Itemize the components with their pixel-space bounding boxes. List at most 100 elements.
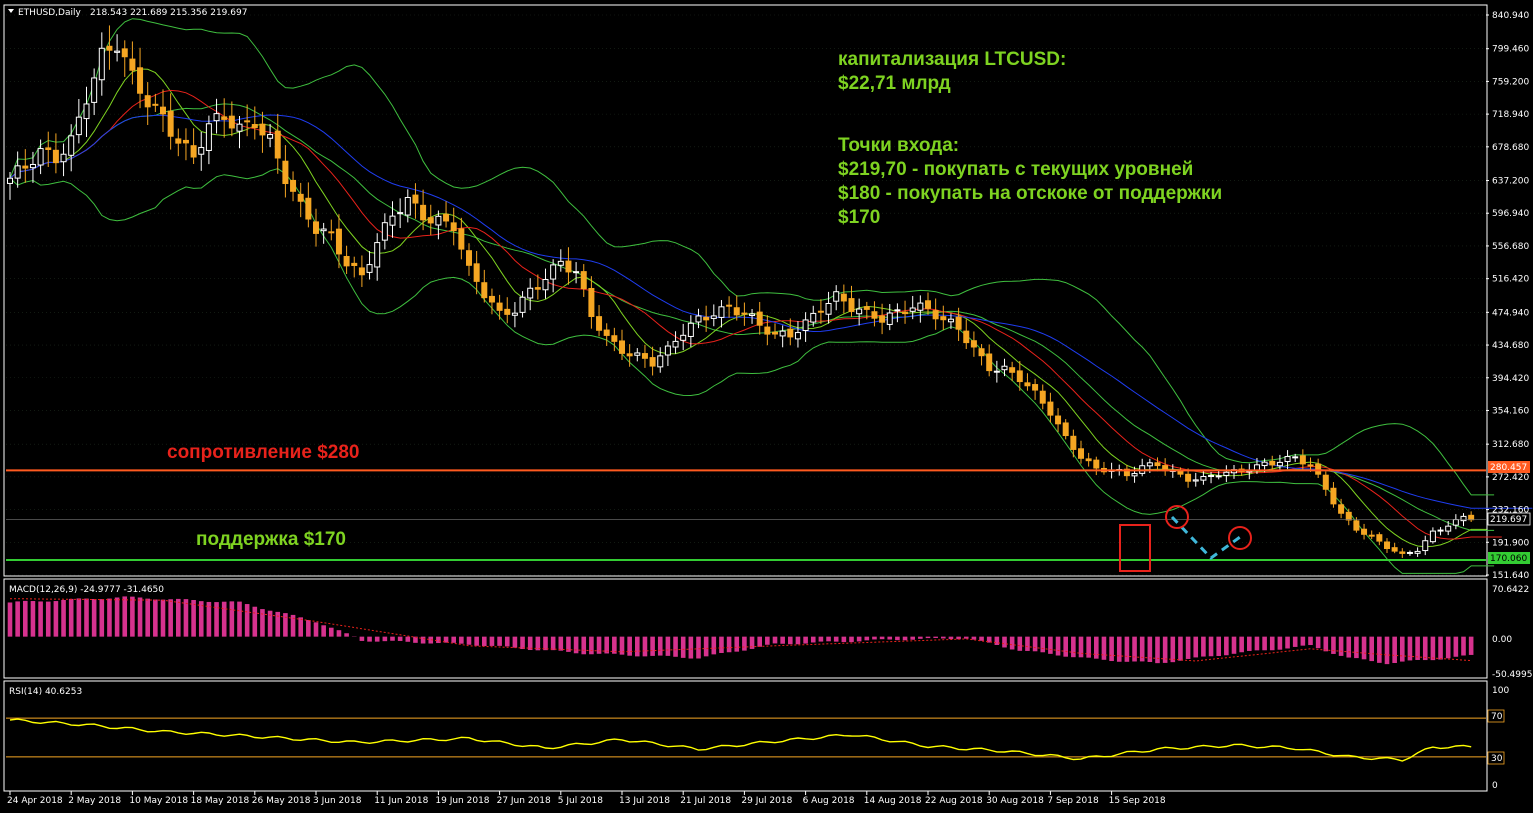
macd-histogram-bar: [313, 622, 319, 637]
candle-body: [1039, 390, 1046, 404]
macd-histogram-bar: [1086, 636, 1091, 658]
macd-histogram-bar: [711, 636, 717, 655]
candle-body: [641, 353, 648, 359]
candle-body: [351, 262, 358, 266]
macd-histogram-bar: [1277, 636, 1283, 650]
candle-body: [856, 308, 863, 315]
macd-histogram-bar: [91, 598, 97, 637]
time-tick-label-4: 26 May 2018: [252, 796, 311, 806]
candle-body: [358, 267, 365, 276]
macd-histogram-bar: [1216, 636, 1221, 657]
macd-histogram-bar: [382, 636, 388, 642]
macd-histogram-bar: [397, 636, 403, 641]
candle-body: [1093, 459, 1100, 469]
candle-body: [1070, 435, 1077, 450]
macd-histogram-bar: [994, 636, 1000, 645]
macd-histogram-bar: [45, 601, 51, 637]
candle-body: [144, 95, 151, 108]
macd-histogram-bar: [1055, 636, 1061, 656]
macd-histogram-bar: [833, 636, 839, 642]
candle-body: [45, 147, 52, 150]
candle-body: [450, 222, 457, 232]
time-tick-label-10: 13 Jul 2018: [619, 796, 670, 806]
candle-body: [1192, 479, 1199, 482]
time-tick-label-18: 15 Sep 2018: [1109, 796, 1166, 806]
macd-histogram-bar: [1262, 636, 1267, 651]
price-tick-label-9: 474.940: [1492, 308, 1529, 318]
time-tick-label-2: 10 May 2018: [129, 796, 188, 806]
candle-body: [909, 307, 916, 312]
macd-histogram-bar: [1193, 636, 1199, 658]
price-tick-label-6: 596.940: [1492, 209, 1529, 219]
candle-body: [557, 260, 564, 266]
candle-body: [1047, 401, 1054, 416]
macd-histogram-bar: [1269, 636, 1275, 651]
macd-histogram-bar: [795, 636, 801, 645]
macd-histogram-bar: [244, 604, 250, 637]
support-label: поддержка $170: [196, 529, 346, 550]
candle-body: [221, 116, 228, 120]
entry-point-2: $180 - покупать на отскоке от поддержки: [838, 183, 1222, 204]
candle-body: [427, 217, 434, 224]
candle-body: [167, 110, 174, 137]
macd-tick-top: 70.6422: [1492, 585, 1529, 595]
macd-histogram-bar: [1361, 636, 1367, 660]
candle-body: [160, 106, 166, 115]
candle-body: [511, 312, 518, 316]
macd-histogram-bar: [971, 636, 977, 640]
candle-body: [970, 340, 977, 348]
macd-histogram-bar: [38, 601, 43, 637]
candle-body: [626, 353, 633, 357]
macd-histogram-bar: [864, 636, 870, 641]
macd-histogram-bar: [153, 599, 158, 637]
time-tick-label-0: 24 Apr 2018: [7, 796, 63, 806]
candle-body: [947, 318, 954, 323]
time-tick-label-6: 11 Jun 2018: [374, 796, 428, 806]
candle-body: [1016, 370, 1023, 383]
macd-histogram-bar: [642, 636, 648, 657]
macd-histogram-bar: [15, 601, 20, 637]
macd-histogram-bar: [321, 625, 326, 637]
macd-histogram-bar: [520, 636, 525, 650]
time-tick-label-9: 5 Jul 2018: [558, 796, 603, 806]
macd-histogram-bar: [757, 636, 762, 647]
entry-point-3: $170: [838, 207, 880, 228]
macd-histogram-bar: [436, 636, 441, 644]
candle-body: [1422, 540, 1429, 552]
price-tick-label-3: 718.940: [1492, 110, 1529, 120]
macd-histogram-bar: [1063, 636, 1068, 657]
candle-body: [488, 295, 495, 303]
candle-body: [1322, 474, 1329, 490]
time-tick-label-5: 3 Jun 2018: [313, 796, 362, 806]
macd-histogram-bar: [742, 636, 747, 651]
candle-body: [1062, 422, 1069, 437]
rsi-tick-30-badge: 30: [1487, 751, 1505, 765]
macd-histogram-bar: [627, 636, 632, 656]
price-tick-label-7: 556.680: [1492, 242, 1529, 252]
price-tick-label-16: 191.900: [1492, 538, 1529, 548]
candle-body: [397, 212, 404, 215]
candle-body: [779, 330, 786, 337]
trading-chart: 840.940 799.460 759.200 718.940 678.680 637.2…: [0, 0, 1533, 813]
macd-histogram-bar: [160, 599, 166, 637]
candle-body: [672, 340, 679, 348]
macd-histogram-bar: [1438, 636, 1443, 660]
macd-histogram-bar: [198, 601, 204, 637]
candle-body: [733, 307, 740, 316]
macd-histogram-bar: [772, 636, 778, 644]
candle-body: [519, 296, 526, 313]
macd-histogram-bar: [512, 636, 518, 648]
candle-body: [596, 316, 603, 331]
candle-body: [228, 115, 235, 129]
support-price-badge: 170.060: [1488, 552, 1530, 564]
macd-histogram-bar: [734, 636, 740, 652]
macd-histogram-bar: [810, 636, 816, 643]
macd-histogram-bar: [1239, 636, 1244, 653]
candle-body: [680, 334, 687, 341]
macd-histogram-bar: [53, 601, 59, 637]
macd-histogram-bar: [1101, 636, 1107, 660]
macd-histogram-bar: [550, 636, 556, 651]
macd-histogram-bar: [68, 598, 74, 637]
macd-histogram-bar: [1422, 636, 1428, 661]
time-tick-label-15: 22 Aug 2018: [925, 796, 983, 806]
